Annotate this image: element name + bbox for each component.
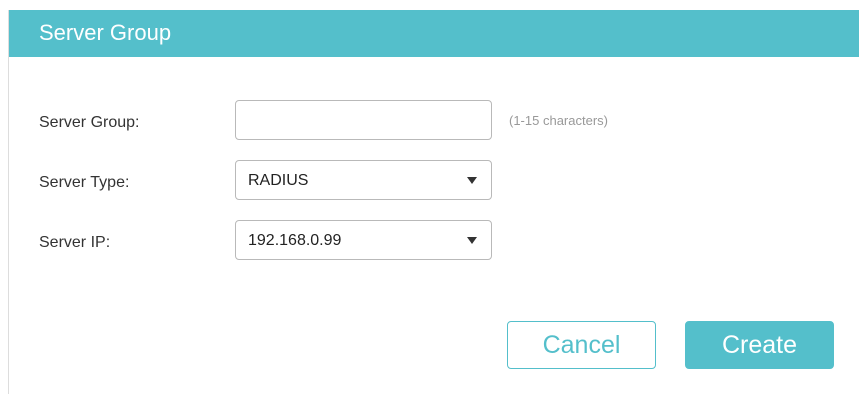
server-group-dialog: Server Group Server Group: (1-15 charact…: [8, 10, 859, 394]
dialog-title: Server Group: [39, 20, 172, 45]
caret-down-icon: [467, 177, 477, 184]
create-button[interactable]: Create: [685, 321, 834, 369]
dialog-header: Server Group: [9, 10, 859, 57]
cancel-button[interactable]: Cancel: [507, 321, 656, 369]
server-group-hint: (1-15 characters): [509, 113, 608, 128]
server-ip-select[interactable]: 192.168.0.99: [235, 220, 492, 260]
server-type-select[interactable]: RADIUS: [235, 160, 492, 200]
server-type-label: Server Type:: [39, 174, 130, 191]
caret-down-icon: [467, 237, 477, 244]
server-group-label: Server Group:: [39, 114, 140, 131]
server-ip-label: Server IP:: [39, 234, 111, 251]
server-type-value: RADIUS: [248, 172, 309, 189]
server-ip-value: 192.168.0.99: [248, 232, 342, 249]
server-group-input[interactable]: [235, 100, 492, 140]
